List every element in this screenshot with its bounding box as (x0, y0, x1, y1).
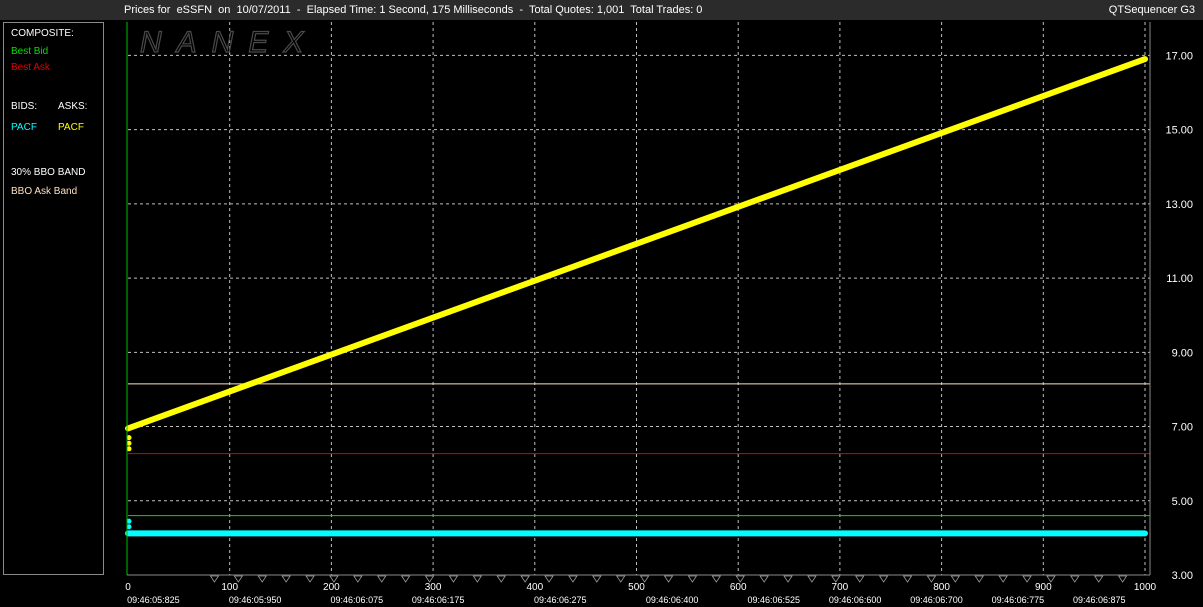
quote-marker (1070, 575, 1080, 583)
quote-marker (353, 575, 363, 583)
quote-marker (592, 575, 602, 583)
watermark-logo: NANEX (140, 26, 318, 59)
grid (128, 22, 1150, 575)
time-label: 09:46:06:275 (534, 595, 587, 605)
quote-marker (472, 575, 483, 583)
x-tick-label: 300 (425, 582, 442, 593)
quote-marker (663, 575, 674, 583)
time-label: 09:46:06:175 (412, 595, 465, 605)
quote-marker (711, 575, 722, 583)
time-label: 09:46:05:950 (229, 595, 282, 605)
reference-lines (128, 383, 1150, 517)
quote-marker (1022, 575, 1032, 583)
quote-marker (974, 575, 984, 583)
price-chart: NANEX 3.00 5.00 7.00 9.00 11.00 13.00 15.00 17.… (125, 22, 1193, 605)
quote-marker (376, 575, 387, 583)
time-label: 09:46:06:075 (331, 595, 384, 605)
quote-marker (1117, 575, 1128, 583)
quote-marker (1093, 575, 1104, 583)
quote-marker (281, 575, 291, 583)
y-axis-ticks: 3.00 5.00 7.00 9.00 11.00 13.00 15.00 17.00 (1165, 50, 1193, 582)
y-tick-label: 13.00 (1165, 199, 1193, 211)
x-tick-label: 600 (730, 582, 747, 593)
time-label: 09:46:06:775 (992, 595, 1045, 605)
x-tick-label: 400 (526, 582, 543, 593)
x-tick-label: 100 (221, 582, 238, 593)
quote-marker (783, 575, 793, 583)
quote-marker (305, 575, 315, 583)
y-tick-label: 5.00 (1172, 496, 1193, 508)
y-tick-label: 11.00 (1166, 273, 1193, 285)
quote-marker (257, 575, 267, 583)
x-tick-label: 700 (832, 582, 849, 593)
quote-marker (209, 575, 220, 583)
time-label: 09:46:06:875 (1073, 595, 1126, 605)
quote-marker (950, 575, 961, 583)
quote-marker (854, 575, 865, 583)
x-axis-ticks: 0 100 200 300 400 500 600 700 800 900 1000 (125, 575, 1157, 593)
quote-marker (568, 575, 578, 583)
y-tick-label: 9.00 (1172, 347, 1193, 359)
y-tick-label: 3.00 (1172, 570, 1193, 582)
y-tick-label: 15.00 (1165, 125, 1193, 137)
quote-marker (759, 575, 769, 583)
quote-marker (687, 575, 698, 583)
quote-marker (807, 575, 817, 583)
quote-marker (615, 575, 626, 583)
y-tick-label: 7.00 (1172, 422, 1193, 434)
x-tick-label: 800 (933, 582, 950, 593)
series (125, 56, 1148, 537)
x-tick-label: 1000 (1134, 582, 1157, 593)
time-label: 09:46:06:700 (910, 595, 963, 605)
time-label: 09:46:06:400 (646, 595, 699, 605)
x-tick-label: 500 (628, 582, 645, 593)
time-label: 09:46:06:525 (748, 595, 801, 605)
quote-marker (448, 575, 459, 583)
x-tick-label: 0 (125, 582, 131, 593)
quote-marker (902, 575, 913, 583)
quote-marker (878, 575, 889, 583)
quote-marker (998, 575, 1008, 583)
quote-marker (400, 575, 411, 583)
quote-marker (496, 575, 506, 583)
time-axis-labels: 09:46:05:825 09:46:05:950 09:46:06:075 09:4… (127, 595, 1125, 605)
x-tick-label: 200 (323, 582, 340, 593)
time-label: 09:46:05:825 (127, 595, 180, 605)
x-tick-label: 900 (1035, 582, 1052, 593)
y-tick-label: 17.00 (1165, 50, 1193, 62)
time-label: 09:46:06:600 (829, 595, 882, 605)
quote-marker (544, 575, 554, 583)
